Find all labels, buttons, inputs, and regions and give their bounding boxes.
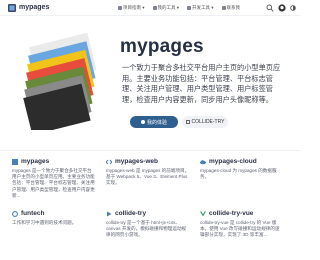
nav-item-dev[interactable]: 开发工具 ▾ <box>187 5 214 11</box>
collide-try-button-label: COLLIDE-TRY <box>191 119 225 125</box>
nav-label: 项目指南 ▾ <box>123 5 145 10</box>
card-funtech[interactable]: funtech 工作和学习中遇到的技术问题。 <box>12 210 96 226</box>
experience-button-label: 我的体验 <box>146 119 167 126</box>
card-title: collide-try <box>115 210 147 217</box>
play-icon <box>107 211 112 216</box>
card-collide-try-vue[interactable]: collide-try-vue collide-try-vue 是 collid… <box>200 210 284 239</box>
dev-icon <box>187 6 192 10</box>
tool-icon <box>152 6 157 10</box>
logo-icon[interactable] <box>8 4 16 12</box>
card-description: collide-try 是一个基于 html+js+css、canvas 开发的… <box>106 220 187 238</box>
card-title: mypages-cloud <box>209 158 257 165</box>
card-description: mypages-cloud 为 mypages 的数据服务。 <box>200 168 277 180</box>
collide-try-button[interactable]: COLLIDE-TRY <box>182 116 228 128</box>
nav-item-tools[interactable]: 我的工具 ▾ <box>152 5 180 11</box>
card-title: funtech <box>21 210 45 217</box>
card-mypages-cloud[interactable]: mypages-cloud mypages-cloud 为 mypages 的数… <box>200 158 284 180</box>
theme-toggle-icon[interactable] <box>289 4 297 12</box>
brand-name[interactable]: mypages <box>19 4 49 11</box>
book-icon <box>118 6 122 10</box>
code-icon <box>106 159 112 164</box>
mail-icon <box>221 6 226 10</box>
grid-icon <box>12 158 18 165</box>
play-icon <box>140 120 145 124</box>
card-mypages-web[interactable]: mypages-web mypages-web 是 mypages 的前端项目。… <box>106 158 190 187</box>
top-nav: mypages 项目指南 ▾ 我的工具 ▾ 开发工具 ▾ 联系我 <box>0 0 300 16</box>
card-description: collide-try-vue 是 collide-try 的 Vue 版本，使… <box>200 220 280 238</box>
nav-item-contact[interactable]: 联系我 <box>221 5 241 11</box>
card-description: mypages 是一个致力于聚合多社交平台用户主页的小型单页应用。主要业务功能包… <box>12 168 95 198</box>
nav-label: 联系我 <box>226 5 241 10</box>
cloud-icon <box>200 159 206 164</box>
nav-item-guide[interactable]: 项目指南 ▾ <box>118 5 145 11</box>
github-icon[interactable] <box>278 4 286 12</box>
card-mypages[interactable]: mypages mypages 是一个致力于聚合多社交平台用户主页的小型单页应用… <box>12 158 96 199</box>
section-divider <box>0 150 300 151</box>
nav-label: 我的工具 ▾ <box>157 5 180 10</box>
hero-description: 一个致力于聚合多社交平台用户主页的小型单页应用。主要业务功能包括：平台管理、平台… <box>122 63 281 104</box>
game-icon <box>185 120 190 124</box>
vue-icon <box>200 211 206 216</box>
hero-illustration <box>23 32 97 130</box>
experience-button[interactable]: 我的体验 <box>130 116 178 128</box>
nav-menu: 项目指南 ▾ 我的工具 ▾ 开发工具 ▾ 联系我 <box>118 5 240 11</box>
search-icon[interactable] <box>266 4 274 12</box>
card-title: collide-try-vue <box>209 210 254 217</box>
nav-label: 开发工具 ▾ <box>192 5 214 10</box>
gear-icon <box>12 210 18 217</box>
card-description: mypages-web 是 mypages 的前端项目。基于 Webpack 5… <box>106 168 190 186</box>
page-title: mypages <box>120 36 204 57</box>
card-title: mypages-web <box>115 158 158 165</box>
card-title: mypages <box>21 158 50 165</box>
card-collide-try[interactable]: collide-try collide-try 是一个基于 html+js+cs… <box>106 210 190 239</box>
card-description: 工作和学习中遇到的技术问题。 <box>12 220 77 225</box>
